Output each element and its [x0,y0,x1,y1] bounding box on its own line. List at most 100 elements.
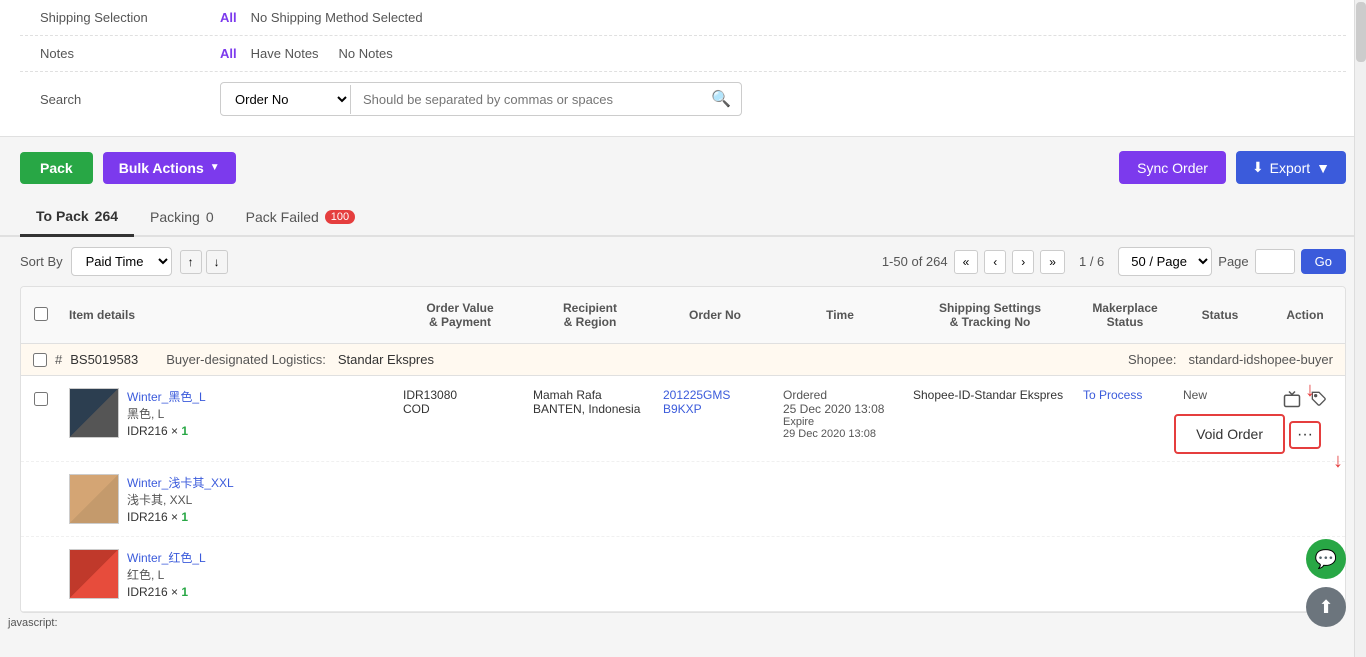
th-status: Status [1175,304,1265,326]
th-recipient: Recipient& Region [525,297,655,333]
toolbar-left: Pack Bulk Actions ▼ [20,152,236,184]
th-shipping: Shipping Settings& Tracking No [905,297,1075,333]
order-value-cell: IDR13080 COD [395,384,525,420]
action-cube-button[interactable] [1281,388,1303,415]
action-cell: ↓ ↓ ··· Void Order [1265,384,1345,453]
export-button[interactable]: ⬇ Export ▼ [1236,151,1346,184]
notes-label: Notes [20,46,220,61]
empty-cell-2 [21,470,61,478]
page-last-button[interactable]: » [1040,250,1065,274]
product-name-3[interactable]: Winter_红色_L [127,549,206,566]
order-rows: Winter_黑色_L 黑色, L IDR216 × 1 IDR13080 CO… [21,376,1345,612]
marketplace-status-cell: To Process [1075,384,1175,406]
th-order-value: Order Value& Payment [395,297,525,333]
scrollbar[interactable] [1354,0,1366,657]
empty-7 [1075,470,1175,478]
empty-r3-8 [1175,545,1265,553]
go-button[interactable]: Go [1301,249,1346,274]
page-next-button[interactable]: › [1012,250,1034,274]
notes-all-tag[interactable]: All [220,46,237,61]
void-order-popup[interactable]: Void Order [1174,414,1285,454]
search-label: Search [20,92,220,107]
shipping-all-tag[interactable]: All [220,10,237,25]
no-notes-option[interactable]: No Notes [333,44,399,63]
shipping-no-method-option[interactable]: No Shipping Method Selected [245,8,429,27]
sync-order-button[interactable]: Sync Order [1119,151,1226,184]
search-row: Search Order No 🔍 [20,72,1346,126]
empty-r3-7 [1075,545,1175,553]
page-current: 1 / 6 [1071,254,1112,269]
product-price-qty-1: IDR216 × 1 [127,424,206,438]
action-more-button[interactable]: ··· [1289,421,1321,449]
scroll-top-float-button[interactable]: ⬆ [1306,587,1346,627]
notes-row: Notes All Have Notes No Notes [20,36,1346,72]
th-action: Action [1265,304,1345,326]
tab-pack-failed[interactable]: Pack Failed 100 [230,199,372,235]
select-all-checkbox[interactable] [34,307,48,321]
search-input[interactable] [351,86,701,113]
page-prev-button[interactable]: ‹ [984,250,1006,274]
sort-desc-button[interactable]: ↓ [206,250,228,274]
group-logistics-label: Buyer-designated Logistics: [166,352,326,367]
tab-packing[interactable]: Packing 0 [134,199,230,235]
order-no-link[interactable]: 201225GMS B9KXP [663,388,730,416]
export-label: Export [1270,160,1310,176]
sort-asc-button[interactable]: ↑ [180,250,202,274]
group-shopee-label: Shopee: [1128,352,1176,367]
row-checkbox-cell [21,384,61,410]
export-icon: ⬇ [1252,159,1264,176]
notes-options: All Have Notes No Notes [220,44,399,63]
search-type-select[interactable]: Order No [221,85,351,114]
empty-r3-4 [655,545,775,553]
per-page-select[interactable]: 50 / Page [1118,247,1212,276]
th-order-no: Order No [655,304,775,326]
have-notes-option[interactable]: Have Notes [245,44,325,63]
shipping-selection-label: Shipping Selection [20,10,220,25]
pack-button[interactable]: Pack [20,152,93,184]
empty-5 [775,470,905,478]
page-first-button[interactable]: « [954,250,979,274]
page-input[interactable] [1255,249,1295,274]
orders-table: Item details Order Value& Payment Recipi… [20,286,1346,613]
shipping-text: Shopee-ID-Standar Ekspres [913,388,1067,402]
tab-to-pack-label: To Pack [36,208,89,224]
bulk-actions-label: Bulk Actions [119,160,204,176]
recipient-region: BANTEN, Indonesia [533,402,647,416]
arrow-to-tag-icon: ↓ [1305,379,1315,402]
tab-packing-label: Packing [150,209,200,225]
time-date: 25 Dec 2020 13:08 [783,402,897,416]
status-cell: New [1175,384,1265,406]
arrow-to-more-icon: ↓ [1333,450,1343,473]
product-name-1[interactable]: Winter_黑色_L [127,388,206,405]
empty-4 [655,470,775,478]
sort-select[interactable]: Paid Time [71,247,172,276]
product-info-3: Winter_红色_L 红色, L IDR216 × 1 [127,549,206,599]
tab-pack-failed-badge: 100 [325,210,355,224]
table-header: Item details Order Value& Payment Recipi… [21,287,1345,344]
group-logistics-value: Standar Ekspres [338,352,434,367]
empty-2 [395,470,525,478]
th-checkbox [21,303,61,328]
pagination-row: Sort By Paid Time ↑ ↓ 1-50 of 264 « ‹ › … [0,237,1366,286]
search-button[interactable]: 🔍 [701,83,741,115]
sort-group: Sort By Paid Time ↑ ↓ [20,247,228,276]
row-checkbox[interactable] [34,392,48,406]
group-checkbox[interactable] [33,353,47,367]
bulk-actions-button[interactable]: Bulk Actions ▼ [103,152,236,184]
product-variant-1: 黑色, L [127,405,206,422]
product-image-3 [69,549,119,599]
time-expire-label: Expire [783,416,897,428]
product-name-2[interactable]: Winter_浅卡其_XXL [127,474,234,491]
tab-to-pack[interactable]: To Pack 264 [20,198,134,237]
chat-float-button[interactable]: 💬 [1306,539,1346,579]
tab-pack-failed-label: Pack Failed [246,209,319,225]
empty-8 [1175,470,1265,478]
time-ordered-label: Ordered [783,388,897,402]
product-price-qty-3: IDR216 × 1 [127,585,206,599]
empty-r3-2 [395,545,525,553]
pagination-info: 1-50 of 264 « ‹ › » 1 / 6 50 / Page Page… [882,247,1346,276]
product-info-2: Winter_浅卡其_XXL 浅卡其, XXL IDR216 × 1 [127,474,234,524]
product-info-1: Winter_黑色_L 黑色, L IDR216 × 1 [127,388,206,438]
tabs-row: To Pack 264 Packing 0 Pack Failed 100 [0,198,1366,237]
recipient-name: Mamah Rafa [533,388,647,402]
